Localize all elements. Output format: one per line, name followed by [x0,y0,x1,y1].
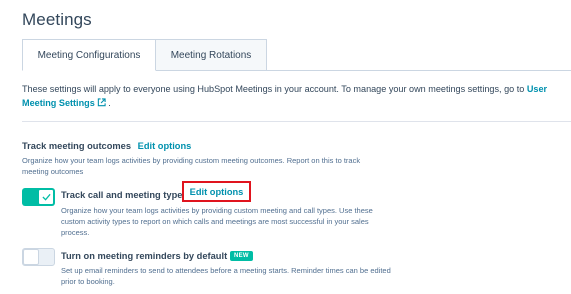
meeting-reminders-description: Set up email reminders to send to attend… [61,266,391,286]
tab-meeting-configurations[interactable]: Meeting Configurations [22,39,156,71]
call-meeting-types-edit-options-link[interactable]: Edit options [190,187,244,197]
section-divider [22,121,571,122]
checkmark-icon [41,193,51,201]
new-badge: NEW [230,251,253,261]
meetings-settings-page: Meetings Meeting Configurations Meeting … [0,0,571,294]
external-link-icon [97,97,106,111]
page-title: Meetings [22,10,92,29]
call-meeting-types-toggle[interactable] [22,188,55,206]
call-meeting-types-description: Organize how your team logs activities b… [61,206,373,237]
track-outcomes-title: Track meeting outcomes [22,141,132,151]
description-text: These settings will apply to everyone us… [22,84,527,94]
call-meeting-types-title: Track call and meeting types [61,190,188,200]
meeting-reminders-toggle[interactable] [22,248,55,266]
highlighted-edit-options: Edit options [182,181,251,202]
tab-meeting-rotations[interactable]: Meeting Rotations [155,39,267,71]
description-trailing: . [105,98,111,108]
toggle-knob [38,189,54,205]
track-outcomes-subtitle: Organize how your team logs activities b… [22,156,361,176]
track-outcomes-heading: Track meeting outcomes Edit options [22,141,191,151]
settings-description: These settings will apply to everyone us… [22,82,562,111]
meeting-reminders-title: Turn on meeting reminders by default [61,251,228,261]
outcomes-edit-options-link[interactable]: Edit options [138,141,192,151]
toggle-knob [23,249,39,265]
